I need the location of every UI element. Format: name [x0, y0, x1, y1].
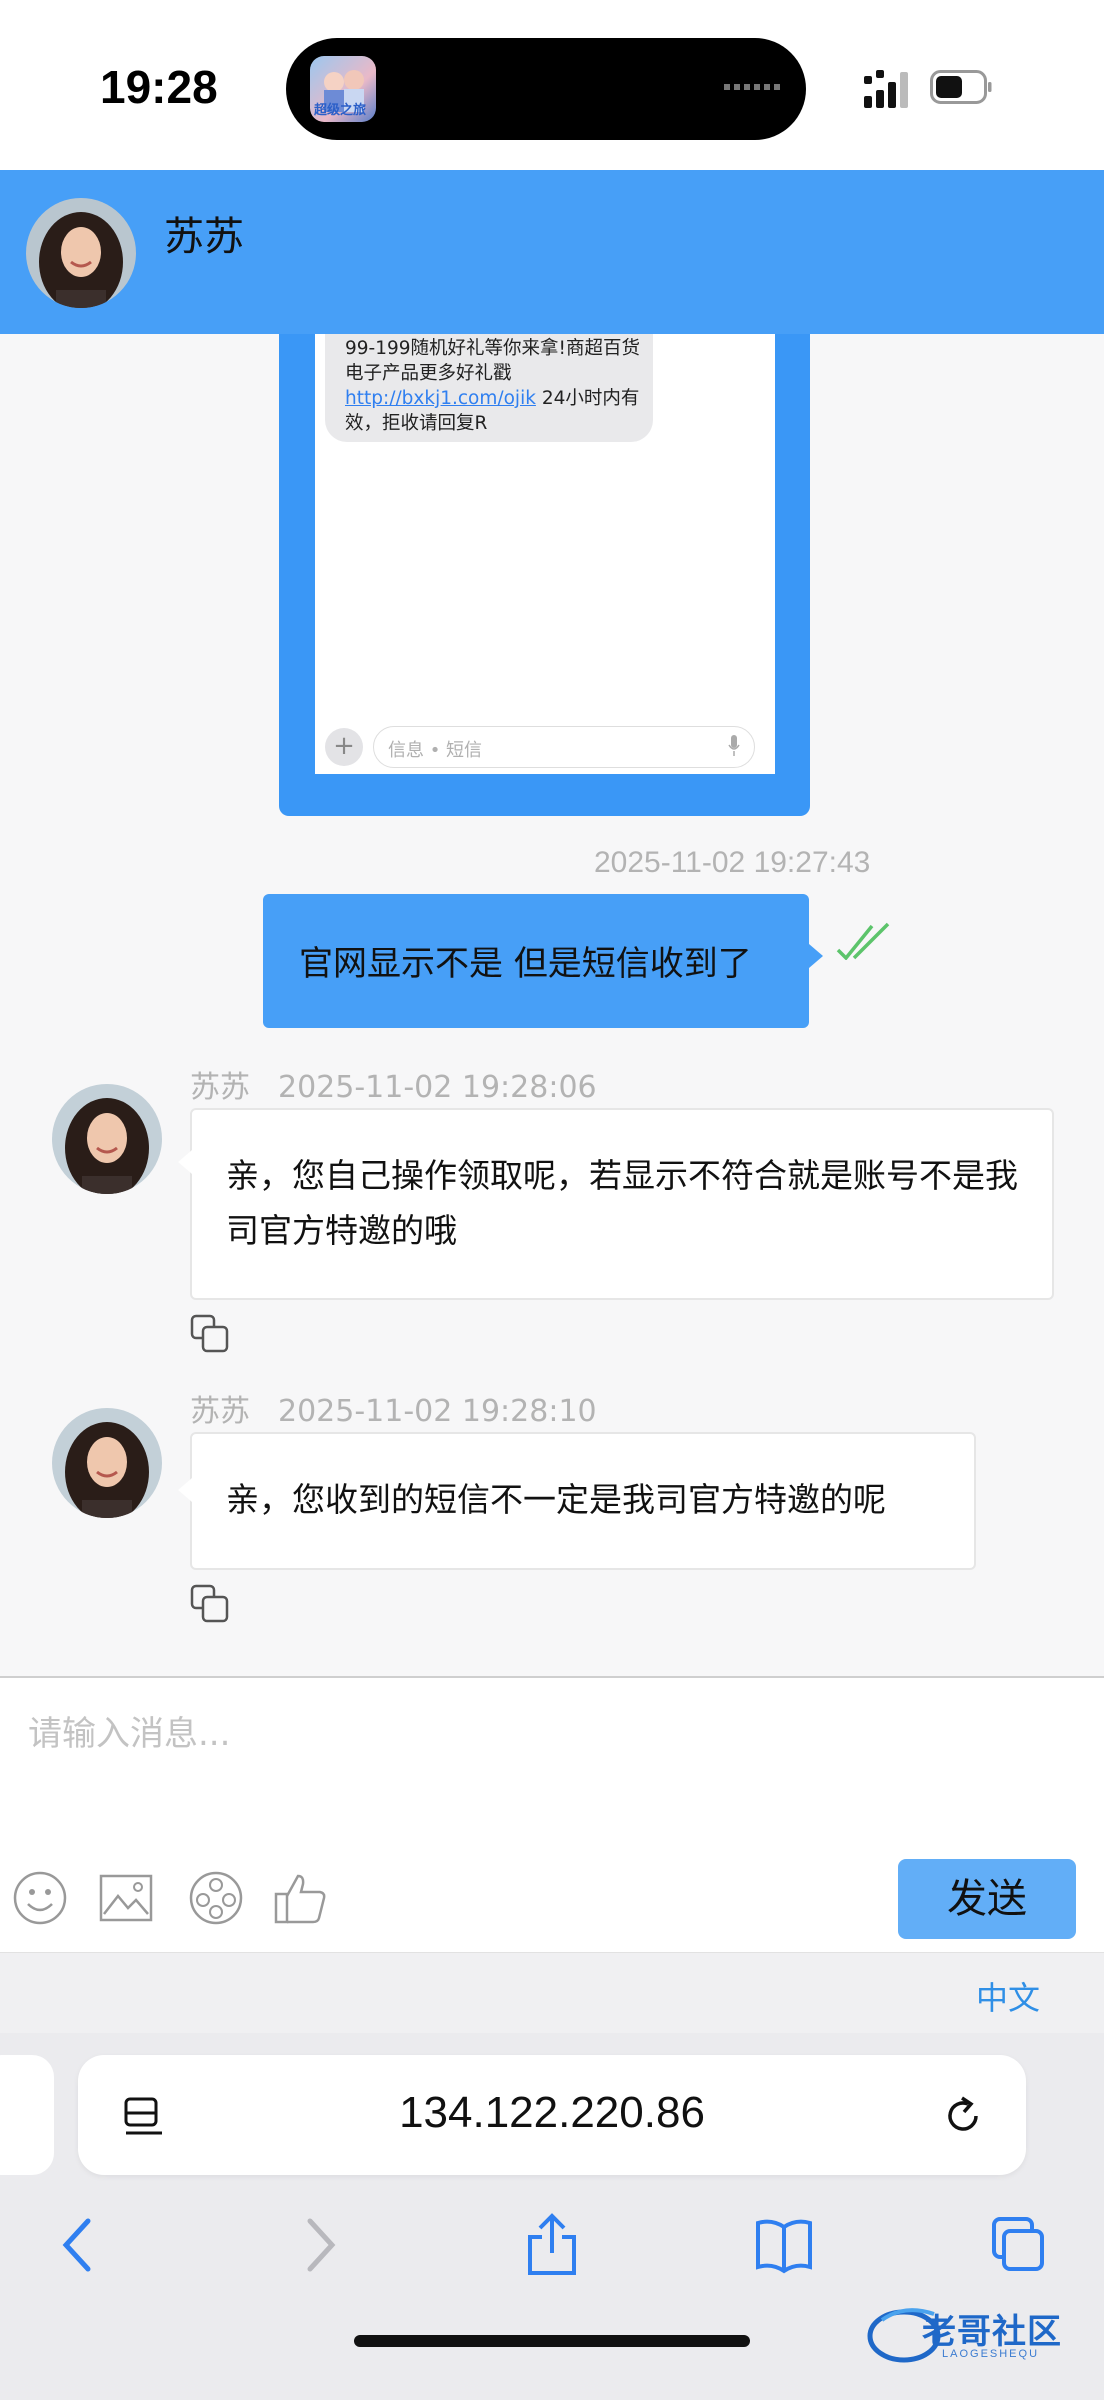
message-text: 亲，您收到的短信不一定是我司官方特邀的呢: [226, 1480, 886, 1519]
app-thumbnail-label: 超级之旅: [314, 102, 367, 117]
copy-icon[interactable]: [190, 1584, 230, 1624]
home-indicator[interactable]: [354, 2335, 750, 2347]
plus-icon: +: [325, 728, 363, 766]
sender-avatar[interactable]: [52, 1408, 162, 1518]
sms-text: 99-199随机好礼等你来拿!商超百货电子产品更多好礼戳 http://bxkj…: [345, 336, 647, 436]
bookmarks-icon[interactable]: [756, 2213, 812, 2277]
bubble-tail: [178, 1478, 192, 1502]
sender-avatar[interactable]: [52, 1084, 162, 1194]
chat-header: 苏苏: [0, 170, 1104, 334]
cellular-signal-icon: [864, 70, 908, 108]
message-timestamp: 2025-11-02 19:28:06: [278, 1070, 597, 1105]
dynamic-island[interactable]: 超级之旅: [286, 38, 806, 140]
sms-placeholder: 信息 • 短信: [388, 740, 483, 761]
battery-icon: [930, 70, 992, 104]
reload-icon[interactable]: [940, 2093, 986, 2139]
emoji-icon[interactable]: [12, 1870, 68, 1926]
message-timestamp: 2025-11-02 19:28:10: [278, 1394, 597, 1429]
screenshot-content: 99-199随机好礼等你来拿!商超百货电子产品更多好礼戳 http://bxkj…: [315, 334, 775, 774]
shared-screenshot-image[interactable]: 99-199随机好礼等你来拿!商超百货电子产品更多好礼戳 http://bxkj…: [279, 334, 810, 816]
back-icon[interactable]: [52, 2213, 108, 2277]
outgoing-message-bubble[interactable]: 官网显示不是 但是短信收到了: [263, 894, 809, 1028]
sms-message-field: 信息 • 短信: [373, 726, 755, 768]
copy-icon[interactable]: [190, 1314, 230, 1354]
sms-bubble: 99-199随机好礼等你来拿!商超百货电子产品更多好礼戳 http://bxkj…: [325, 334, 653, 442]
tabs-icon[interactable]: [990, 2213, 1046, 2277]
sender-name: 苏苏: [190, 1070, 250, 1105]
read-receipt-icon: [836, 922, 890, 960]
sms-link: http://bxkj1.com/ojik: [345, 388, 536, 409]
message-input[interactable]: 请输入消息...: [28, 1706, 230, 1755]
app-thumbnail-icon: 超级之旅: [310, 56, 376, 122]
thumbs-up-icon[interactable]: [272, 1870, 328, 1926]
message-meta: 苏苏 2025-11-02 19:28:10: [190, 1386, 597, 1430]
message-text: 亲，您自己操作领取呢，若显示不符合就是账号不是我司官方特邀的哦: [226, 1156, 1018, 1250]
microphone-icon: [728, 735, 740, 756]
sender-name: 苏苏: [190, 1394, 250, 1429]
watermark-subtitle: LAOGESHEQU: [942, 2348, 1040, 2360]
language-bar: 中文: [0, 1952, 1104, 2034]
contact-name: 苏苏: [164, 214, 244, 260]
forward-icon[interactable]: [292, 2213, 348, 2277]
island-activity-indicator: [724, 84, 780, 90]
sms-text-part: 99-199随机好礼等你来拿!商超百货电子产品更多好礼戳: [345, 338, 640, 384]
status-bar: 19:28 超级之旅: [0, 0, 1104, 170]
previous-tab-preview[interactable]: [0, 2055, 54, 2175]
incoming-message-bubble[interactable]: 亲，您收到的短信不一定是我司官方特邀的呢: [190, 1432, 976, 1570]
status-time: 19:28: [100, 61, 218, 113]
language-switch[interactable]: 中文: [976, 1973, 1040, 2019]
message-timestamp: 2025-11-02 19:27:43: [594, 846, 871, 879]
bubble-tail: [178, 1150, 192, 1174]
bubble-tail: [809, 944, 823, 968]
image-icon[interactable]: [98, 1870, 154, 1926]
message-composer: 请输入消息... 发送: [0, 1676, 1104, 1954]
address-bar[interactable]: 134.122.220.86: [78, 2055, 1026, 2175]
send-button[interactable]: 发送: [898, 1859, 1076, 1939]
incoming-message-bubble[interactable]: 亲，您自己操作领取呢，若显示不符合就是账号不是我司官方特邀的哦: [190, 1108, 1054, 1300]
sms-input-bar: + 信息 • 短信: [325, 726, 765, 768]
watermark-logo: 老哥社区 LAOGESHEQU: [864, 2300, 1098, 2372]
share-icon[interactable]: [524, 2213, 580, 2277]
message-text: 官网显示不是 但是短信收到了: [299, 944, 752, 984]
message-meta: 苏苏 2025-11-02 19:28:06: [190, 1062, 597, 1106]
video-icon[interactable]: [188, 1870, 244, 1926]
contact-avatar[interactable]: [26, 198, 136, 308]
watermark-title: 老哥社区: [922, 2313, 1062, 2351]
url-text: 134.122.220.86: [399, 2088, 705, 2137]
